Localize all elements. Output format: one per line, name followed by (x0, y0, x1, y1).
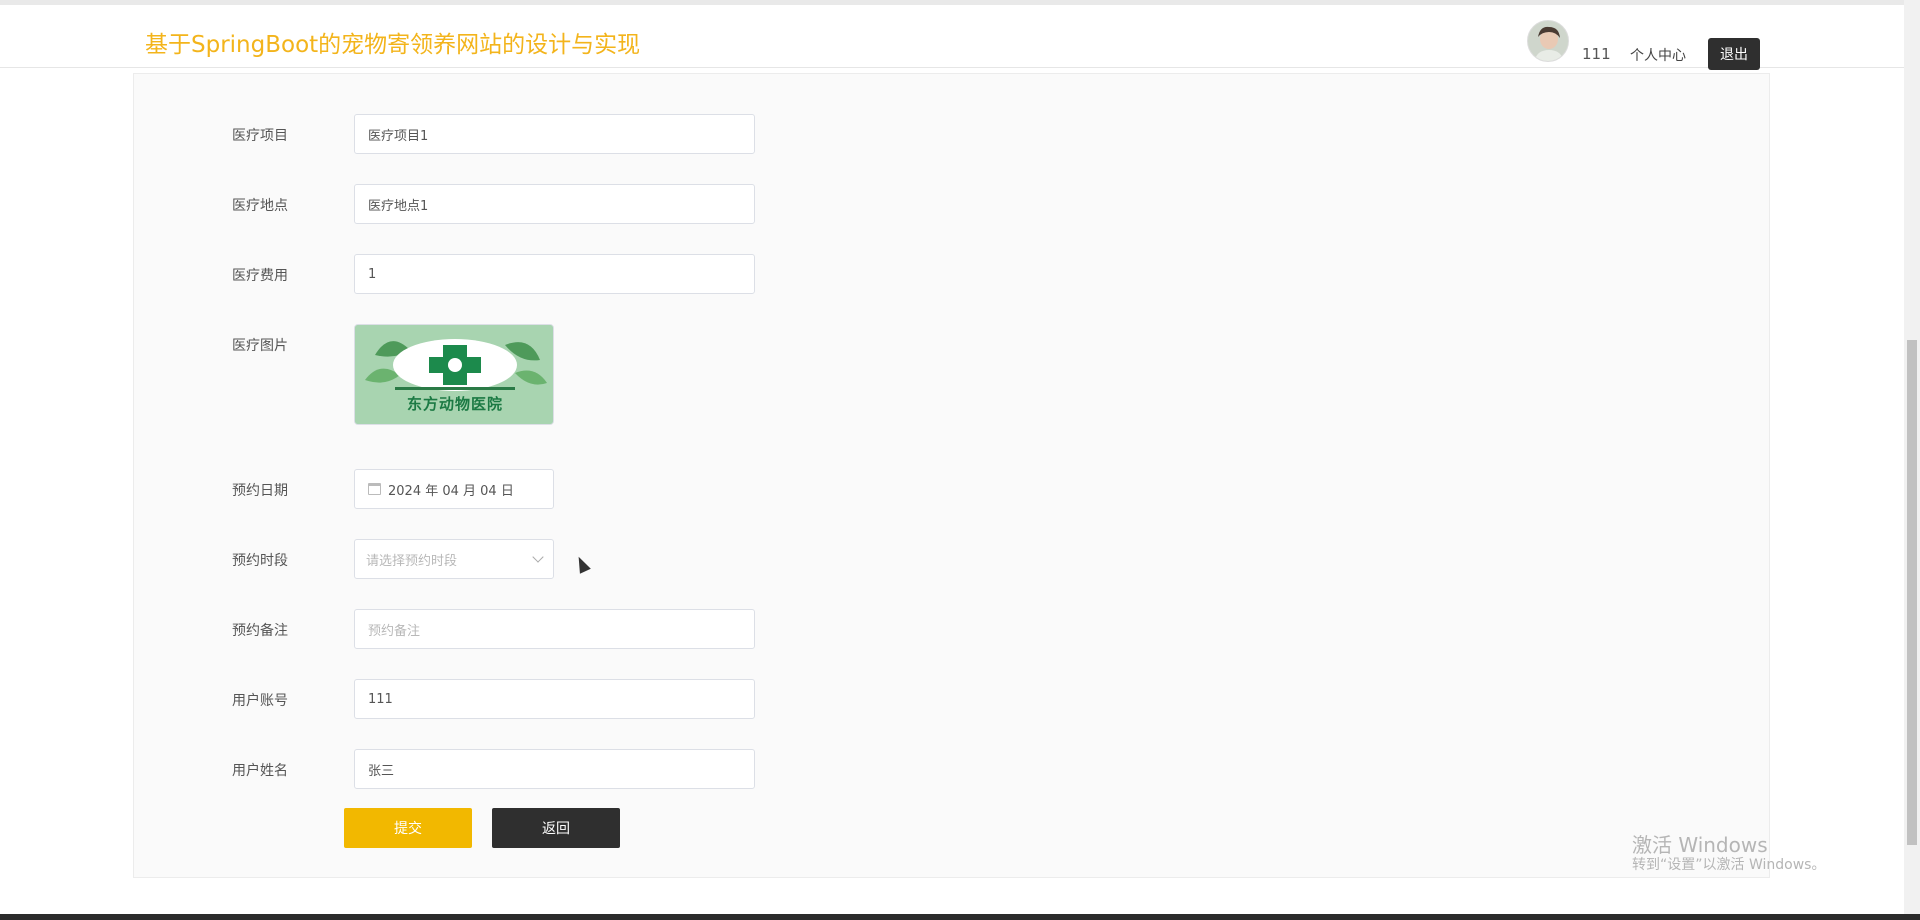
chevron-down-icon (532, 551, 544, 563)
medical-fee-input[interactable]: 1 (354, 254, 755, 294)
user-name-value: 张三 (368, 763, 395, 779)
appointment-note-placeholder: 预约备注 (368, 623, 421, 639)
user-account-label: 用户账号 (232, 693, 288, 709)
medical-fee-label: 医疗费用 (232, 268, 288, 284)
windows-activation-subtitle: 转到“设置”以激活 Windows。 (1632, 857, 1826, 873)
user-name-input[interactable]: 张三 (354, 749, 755, 789)
appointment-slot-select[interactable]: 请选择预约时段 (354, 539, 554, 579)
profile-center-link[interactable]: 个人中心 (1630, 45, 1686, 65)
user-account-input[interactable]: 111 (354, 679, 755, 719)
medical-location-label: 医疗地点 (232, 198, 288, 214)
appointment-note-label: 预约备注 (232, 623, 288, 639)
medical-location-value: 医疗地点1 (368, 198, 429, 214)
appointment-date-label: 预约日期 (232, 483, 288, 499)
calendar-icon (368, 483, 381, 495)
appointment-date-picker[interactable]: 2024 年 04 月 04 日 (354, 469, 554, 509)
medical-image[interactable]: 东方动物医院 (354, 324, 554, 425)
user-account-value: 111 (368, 691, 393, 707)
appointment-slot-label: 预约时段 (232, 553, 288, 569)
hospital-logo-caption: 东方动物医院 (406, 395, 503, 413)
medical-item-input[interactable]: 医疗项目1 (354, 114, 755, 154)
form-panel: 医疗项目 医疗项目1 医疗地点 医疗地点1 医疗费用 1 医疗图片 东方动物医院 (133, 73, 1770, 878)
medical-item-label: 医疗项目 (232, 128, 288, 144)
back-button[interactable]: 返回 (492, 808, 620, 848)
appointment-date-value: 2024 年 04 月 04 日 (388, 483, 514, 499)
medical-fee-value: 1 (368, 266, 377, 282)
user-avatar[interactable] (1527, 20, 1569, 62)
medical-image-label: 医疗图片 (232, 338, 288, 354)
medical-location-input[interactable]: 医疗地点1 (354, 184, 755, 224)
page-scrollbar[interactable] (1904, 0, 1920, 920)
submit-button[interactable]: 提交 (344, 808, 472, 848)
user-name-label: 用户姓名 (232, 763, 288, 779)
bottom-border (0, 914, 1920, 920)
medical-item-value: 医疗项目1 (368, 128, 429, 144)
appointment-slot-placeholder: 请选择预约时段 (366, 553, 458, 569)
scrollbar-thumb[interactable] (1907, 340, 1917, 845)
header-username: 111 (1582, 45, 1611, 63)
site-title: 基于SpringBoot的宠物寄领养网站的设计与实现 (145, 32, 641, 58)
appointment-note-input[interactable]: 预约备注 (354, 609, 755, 649)
avatar-portrait-icon (1528, 21, 1568, 61)
logout-button[interactable]: 退出 (1708, 38, 1760, 70)
top-navbar: 基于SpringBoot的宠物寄领养网站的设计与实现 111 个人中心 退出 (0, 0, 1920, 70)
